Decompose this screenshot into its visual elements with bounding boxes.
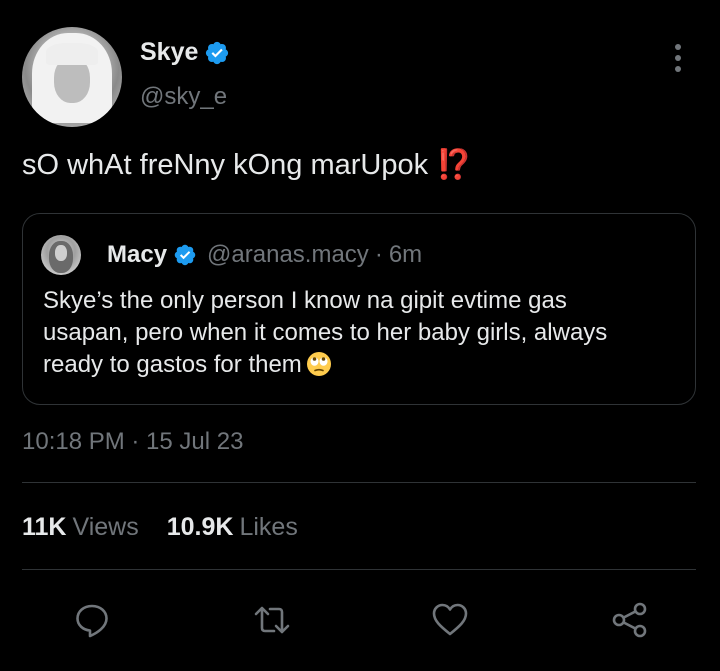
quoted-author-avatar (41, 235, 81, 275)
author-display-name[interactable]: Skye (140, 38, 198, 67)
more-options-icon[interactable] (672, 44, 684, 72)
tweet-text: sO whAt freNny kOng marUpok ⁉️ (22, 148, 472, 182)
divider (22, 569, 696, 570)
divider (22, 482, 696, 483)
share-icon (612, 602, 647, 638)
likes-count: 10.9K (166, 513, 234, 541)
views-label: Views (72, 513, 139, 541)
face-with-rolling-eyes-icon (306, 352, 331, 376)
reply-button[interactable] (72, 600, 112, 640)
retweet-button[interactable] (252, 600, 292, 640)
likes-stat[interactable]: 10.9K Likes (167, 513, 298, 542)
author-handle[interactable]: @sky_e (140, 83, 227, 111)
like-icon (432, 603, 468, 636)
quoted-separator: · (374, 241, 383, 268)
retweet-icon (254, 606, 290, 634)
quoted-tweet-card[interactable]: Macy @aranas.macy · 6m Skye’s the only p… (22, 213, 696, 405)
quoted-verified-badge-icon (174, 244, 196, 266)
views-stat[interactable]: 11K Views (22, 513, 139, 542)
quoted-tweet-text: Skye’s the only person I know na gipit e… (43, 285, 683, 381)
quoted-author-handle: @aranas.macy (207, 241, 369, 268)
views-count: 11K (22, 513, 67, 541)
quoted-text-line: usapan, pero when it comes to her baby g… (43, 319, 608, 346)
likes-label: Likes (239, 513, 298, 541)
quoted-author-name: Macy (107, 241, 168, 268)
tweet-text-content: sO whAt freNny kOng marUpok (22, 149, 437, 181)
author-name-row[interactable]: Skye (140, 38, 230, 67)
author-avatar[interactable] (22, 27, 122, 127)
quoted-text-line: ready to gastos for them (43, 349, 683, 381)
tweet-timestamp[interactable]: 10:18 PM · 15 Jul 23 (22, 428, 243, 456)
action-bar (0, 600, 720, 640)
like-button[interactable] (430, 600, 470, 640)
exclamation-question-emoji: ⁉️ (436, 149, 473, 181)
quoted-time: 6m (388, 241, 423, 268)
quoted-text-line: Skye’s the only person I know na gipit e… (43, 287, 567, 314)
tweet-stats: 11K Views 10.9K Likes (22, 513, 298, 542)
quoted-tweet-header: Macy @aranas.macy · 6m (107, 241, 422, 269)
verified-badge-icon (206, 41, 229, 64)
share-button[interactable] (610, 600, 650, 640)
reply-icon (76, 604, 108, 638)
quoted-text-line-content: ready to gastos for them (43, 351, 302, 378)
